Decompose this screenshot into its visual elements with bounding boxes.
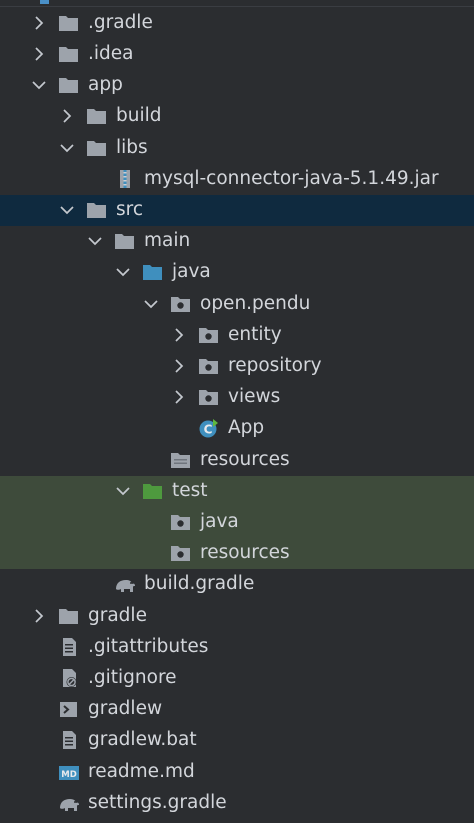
package-icon bbox=[170, 294, 192, 314]
package-icon bbox=[198, 356, 220, 376]
package-icon bbox=[170, 512, 192, 532]
folder-icon bbox=[114, 231, 136, 251]
tree-row[interactable]: resources bbox=[0, 445, 474, 476]
tree-row[interactable]: app bbox=[0, 70, 474, 101]
package-icon bbox=[198, 325, 220, 345]
project-tree: .gradle .idea app build libs mysql-connector-… bbox=[0, 0, 474, 823]
tree-item-label: libs bbox=[116, 137, 148, 158]
chevron-down-icon[interactable] bbox=[115, 483, 131, 499]
tree-item-label: .gitignore bbox=[88, 667, 177, 688]
tree-row[interactable]: .gradle bbox=[0, 8, 474, 39]
top-marker bbox=[40, 0, 49, 4]
package-icon bbox=[170, 543, 192, 563]
jar-archive-icon bbox=[114, 169, 136, 189]
tree-row[interactable]: C App bbox=[0, 413, 474, 444]
chevron-down-icon[interactable] bbox=[31, 77, 47, 93]
tree-item-label: gradle bbox=[88, 605, 147, 626]
tree-row[interactable]: .gitignore bbox=[0, 663, 474, 694]
tree-row[interactable]: .gitattributes bbox=[0, 632, 474, 663]
tree-item-label: entity bbox=[228, 324, 282, 345]
tree-item-label: resources bbox=[200, 449, 290, 470]
java-class-icon: C bbox=[198, 418, 220, 438]
tree-row[interactable]: repository bbox=[0, 351, 474, 382]
tree-item-label: gradlew bbox=[88, 698, 163, 719]
top-edge bbox=[0, 0, 474, 7]
package-icon bbox=[198, 387, 220, 407]
tree-row[interactable]: java bbox=[0, 507, 474, 538]
tree-row[interactable]: .idea bbox=[0, 39, 474, 70]
shell-script-icon bbox=[58, 699, 80, 719]
folder-icon bbox=[58, 44, 80, 64]
tree-item-label: resources bbox=[200, 542, 290, 563]
chevron-down-icon[interactable] bbox=[87, 233, 103, 249]
gradle-elephant-icon bbox=[58, 793, 80, 813]
svg-text:MD: MD bbox=[61, 770, 77, 780]
tree-row[interactable]: mysql-connector-java-5.1.49.jar bbox=[0, 164, 474, 195]
folder-icon bbox=[58, 13, 80, 33]
chevron-right-icon[interactable] bbox=[59, 108, 75, 124]
tree-item-label: repository bbox=[228, 355, 322, 376]
ignore-file-icon bbox=[58, 668, 80, 688]
tree-item-label: app bbox=[88, 74, 123, 95]
chevron-right-icon[interactable] bbox=[171, 358, 187, 374]
folder-icon bbox=[86, 200, 108, 220]
folder-icon bbox=[86, 138, 108, 158]
chevron-down-icon[interactable] bbox=[59, 202, 75, 218]
gradle-elephant-icon bbox=[114, 574, 136, 594]
tree-row[interactable]: resources bbox=[0, 538, 474, 569]
tree-item-label: java bbox=[172, 261, 211, 282]
source-root-folder-icon bbox=[142, 262, 164, 282]
tree-item-label: views bbox=[228, 386, 281, 407]
chevron-down-icon[interactable] bbox=[59, 140, 75, 156]
tree-row[interactable]: gradlew.bat bbox=[0, 725, 474, 756]
chevron-down-icon[interactable] bbox=[143, 296, 159, 312]
tree-item-label: java bbox=[200, 511, 239, 532]
tree-item-label: src bbox=[116, 199, 144, 220]
tree-item-label: mysql-connector-java-5.1.49.jar bbox=[144, 168, 439, 189]
tree-row[interactable]: gradlew bbox=[0, 694, 474, 725]
chevron-down-icon[interactable] bbox=[115, 264, 131, 280]
tree-item-label: build.gradle bbox=[144, 573, 255, 594]
tree-row[interactable]: settings.gradle bbox=[0, 788, 474, 819]
folder-icon bbox=[58, 75, 80, 95]
tree-item-label: .idea bbox=[88, 43, 134, 64]
folder-icon bbox=[58, 606, 80, 626]
tree-item-label: settings.gradle bbox=[88, 792, 227, 813]
tree-row[interactable]: gradle bbox=[0, 601, 474, 632]
resources-folder-icon bbox=[170, 450, 192, 470]
tree-row[interactable]: open.pendu bbox=[0, 289, 474, 320]
tree-row[interactable]: libs bbox=[0, 133, 474, 164]
tree-item-label: .gradle bbox=[88, 12, 153, 33]
tree-item-label: open.pendu bbox=[200, 293, 311, 314]
text-file-icon bbox=[58, 637, 80, 657]
tree-row[interactable]: MD readme.md bbox=[0, 757, 474, 788]
tree-row[interactable]: main bbox=[0, 226, 474, 257]
tree-row[interactable]: entity bbox=[0, 320, 474, 351]
folder-icon bbox=[86, 106, 108, 126]
tree-item-label: readme.md bbox=[88, 761, 195, 782]
tree-row[interactable]: src bbox=[0, 195, 474, 226]
tree-item-label: main bbox=[144, 230, 191, 251]
tree-row[interactable]: build bbox=[0, 101, 474, 132]
svg-text:C: C bbox=[204, 423, 213, 437]
chevron-right-icon[interactable] bbox=[31, 608, 47, 624]
tree-row[interactable]: build.gradle bbox=[0, 569, 474, 600]
chevron-right-icon[interactable] bbox=[171, 327, 187, 343]
test-folder-icon bbox=[142, 481, 164, 501]
tree-item-label: build bbox=[116, 105, 162, 126]
text-file-icon bbox=[58, 730, 80, 750]
chevron-right-icon[interactable] bbox=[171, 389, 187, 405]
tree-item-label: App bbox=[228, 417, 265, 438]
chevron-right-icon[interactable] bbox=[31, 15, 47, 31]
tree-item-label: .gitattributes bbox=[88, 636, 209, 657]
tree-row[interactable]: java bbox=[0, 257, 474, 288]
markdown-file-icon: MD bbox=[58, 762, 80, 782]
tree-row[interactable]: test bbox=[0, 476, 474, 507]
tree-item-label: gradlew.bat bbox=[88, 729, 197, 750]
tree-row[interactable]: views bbox=[0, 382, 474, 413]
chevron-right-icon[interactable] bbox=[31, 46, 47, 62]
tree-item-label: test bbox=[172, 480, 208, 501]
